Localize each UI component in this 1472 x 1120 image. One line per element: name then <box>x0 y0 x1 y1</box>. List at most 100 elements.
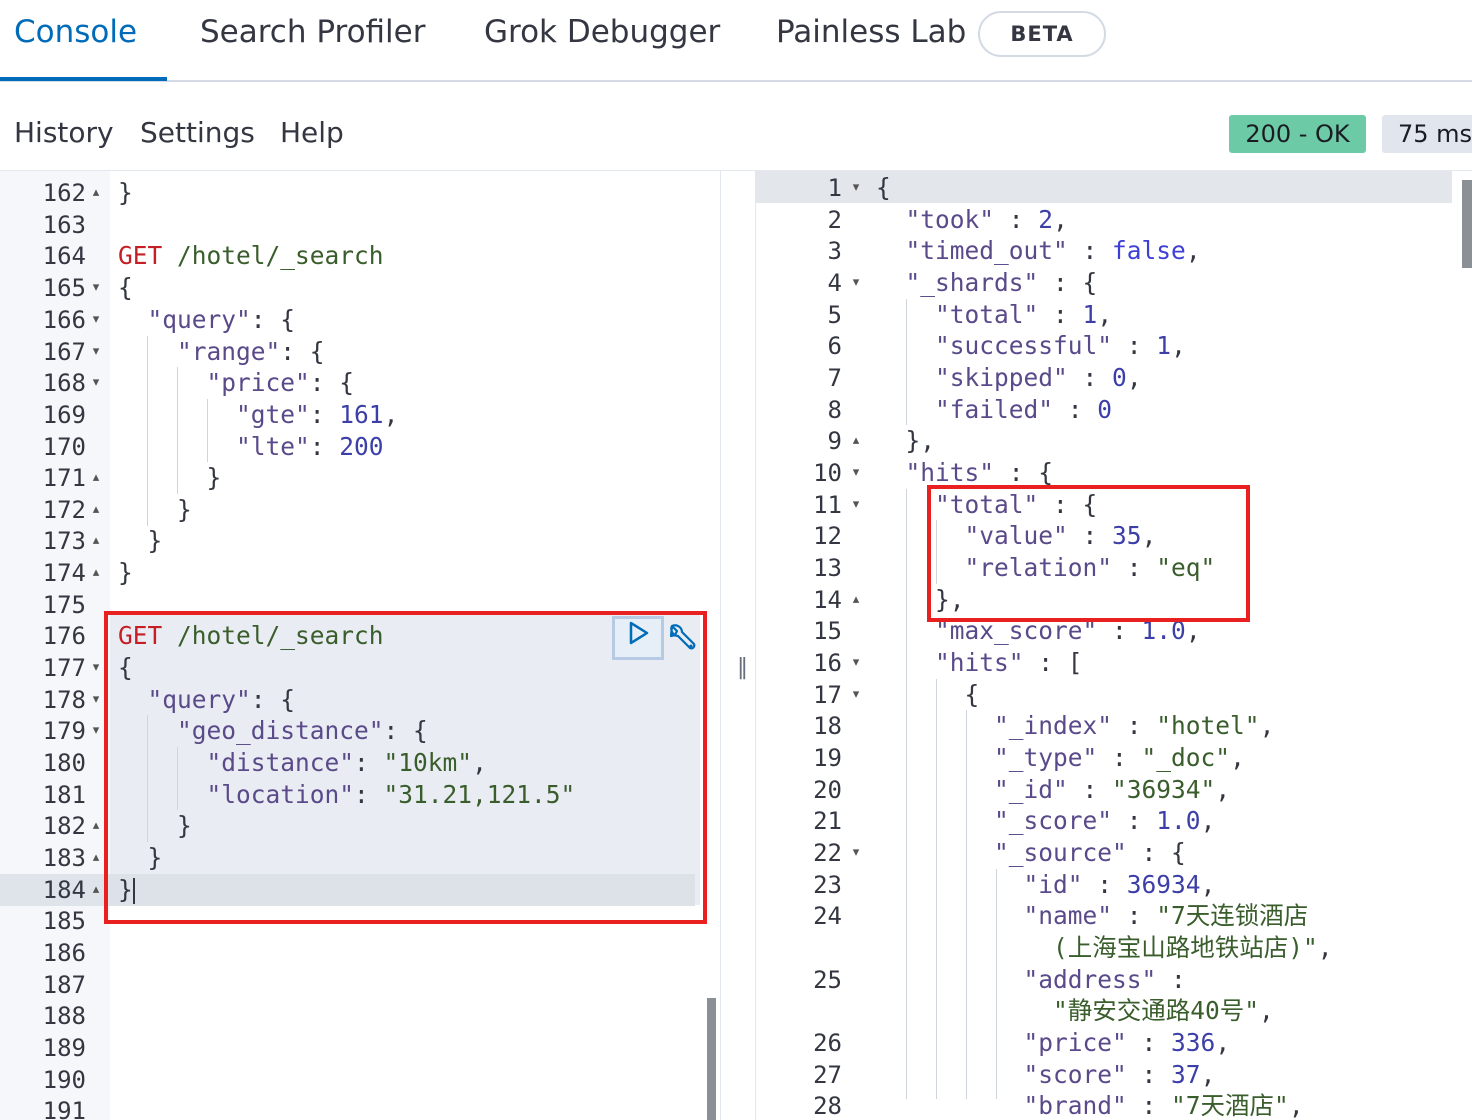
line-number: 26 <box>813 1029 842 1057</box>
fold-down-icon[interactable]: ▾ <box>848 172 864 204</box>
line-number: 19 <box>813 744 842 772</box>
line-number: 14 <box>813 586 842 614</box>
fold-up-icon[interactable]: ▴ <box>848 584 864 616</box>
response-scrollbar[interactable] <box>1462 180 1472 268</box>
line-number: 16 <box>813 649 842 677</box>
line-number: 184 <box>42 876 86 904</box>
line-number: 28 <box>813 1092 842 1120</box>
fold-up-icon[interactable]: ▴ <box>848 425 864 457</box>
fold-down-icon[interactable]: ▾ <box>848 489 864 521</box>
line-number: 178 <box>42 686 86 714</box>
panel-resizer[interactable] <box>720 171 756 1120</box>
line-number: 190 <box>42 1066 86 1094</box>
line-number: 180 <box>42 749 86 777</box>
line-number: 177 <box>42 654 86 682</box>
fold-up-icon[interactable]: ▴ <box>88 525 104 557</box>
line-number: 6 <box>827 332 842 360</box>
fold-up-icon[interactable]: ▴ <box>88 874 104 906</box>
line-number: 171 <box>42 464 86 492</box>
line-number: 3 <box>827 237 842 265</box>
fold-up-icon[interactable]: ▴ <box>88 494 104 526</box>
line-number: 163 <box>42 211 86 239</box>
line-number: 11 <box>813 491 842 519</box>
fold-up-icon[interactable]: ▴ <box>88 462 104 494</box>
fold-down-icon[interactable]: ▾ <box>848 647 864 679</box>
line-number: 173 <box>42 527 86 555</box>
fold-down-icon[interactable]: ▾ <box>88 652 104 684</box>
request-editor-gutter: 162 ▴ 163 164 165 ▾ 166 ▾ 167 ▾ 168 ▾ 169 170… <box>0 171 110 1120</box>
tab-search-profiler[interactable]: Search Profiler <box>200 14 426 50</box>
line-number: 162 <box>42 179 86 207</box>
line-number: 179 <box>42 717 86 745</box>
line-number: 189 <box>42 1034 86 1062</box>
settings-link[interactable]: Settings <box>140 116 255 149</box>
line-number: 2 <box>827 206 842 234</box>
line-number: 188 <box>42 1002 86 1030</box>
line-number: 27 <box>813 1061 842 1089</box>
line-number: 7 <box>827 364 842 392</box>
fold-up-icon[interactable]: ▴ <box>88 177 104 209</box>
line-number: 10 <box>813 459 842 487</box>
line-number: 176 <box>42 622 86 650</box>
line-number: 18 <box>813 712 842 740</box>
request-scrollbar[interactable] <box>707 998 716 1120</box>
tab-grok-debugger[interactable]: Grok Debugger <box>484 14 720 50</box>
fold-down-icon[interactable]: ▾ <box>848 679 864 711</box>
line-number: 22 <box>813 839 842 867</box>
line-number: 17 <box>813 681 842 709</box>
line-number: 9 <box>827 427 842 455</box>
request-path: /hotel/_search <box>177 241 384 270</box>
line-number: 187 <box>42 971 86 999</box>
dev-tools-tabs: Console Search Profiler Grok Debugger Pa… <box>0 0 1472 82</box>
line-number: 166 <box>42 306 86 334</box>
line-number: 15 <box>813 617 842 645</box>
response-viewer[interactable]: { "took" : 2, "timed_out" : false, "_sha… <box>868 171 1472 1120</box>
fold-down-icon[interactable]: ▾ <box>88 367 104 399</box>
response-gutter: 1 ▾ 2 3 4 ▾ 5 6 7 8 9 ▴ 10 ▾ 11 ▾ 12 13 14 ▴ 1… <box>756 171 868 1120</box>
fold-down-icon[interactable]: ▾ <box>848 837 864 869</box>
line-number: 21 <box>813 807 842 835</box>
fold-down-icon[interactable]: ▾ <box>88 684 104 716</box>
http-method: GET <box>118 241 163 270</box>
line-number: 186 <box>42 939 86 967</box>
status-badge: 200 - OK <box>1229 115 1366 153</box>
line-number: 169 <box>42 401 86 429</box>
line-number: 167 <box>42 338 86 366</box>
line-number: 168 <box>42 369 86 397</box>
line-number: 182 <box>42 812 86 840</box>
line-number: 170 <box>42 433 86 461</box>
line-number: 191 <box>42 1097 86 1120</box>
line-number: 183 <box>42 844 86 872</box>
line-number: 12 <box>813 522 842 550</box>
fold-down-icon[interactable]: ▾ <box>88 715 104 747</box>
line-number: 181 <box>42 781 86 809</box>
request-time-badge: 75 ms <box>1382 115 1472 153</box>
fold-up-icon[interactable]: ▴ <box>88 842 104 874</box>
history-link[interactable]: History <box>14 116 114 149</box>
line-number: 13 <box>813 554 842 582</box>
fold-down-icon[interactable]: ▾ <box>88 272 104 304</box>
line-number: 165 <box>42 274 86 302</box>
resize-grip-icon[interactable]: ‖ <box>737 655 748 680</box>
fold-down-icon[interactable]: ▾ <box>848 457 864 489</box>
line-number: 1 <box>827 174 842 202</box>
fold-down-icon[interactable]: ▾ <box>88 304 104 336</box>
line-number: 174 <box>42 559 86 587</box>
line-number: 164 <box>42 242 86 270</box>
fold-down-icon[interactable]: ▾ <box>848 267 864 299</box>
active-tab-indicator <box>0 77 167 81</box>
line-number: 185 <box>42 907 86 935</box>
line-number: 172 <box>42 496 86 524</box>
beta-badge: BETA <box>978 11 1106 57</box>
fold-up-icon[interactable]: ▴ <box>88 557 104 589</box>
tab-console[interactable]: Console <box>14 14 137 50</box>
tab-painless-lab[interactable]: Painless Lab <box>776 14 966 50</box>
help-link[interactable]: Help <box>280 116 344 149</box>
fold-down-icon[interactable]: ▾ <box>88 336 104 368</box>
highlight-box-hits-total <box>927 485 1250 622</box>
line-number: 20 <box>813 776 842 804</box>
fold-up-icon[interactable]: ▴ <box>88 810 104 842</box>
line-number: 4 <box>827 269 842 297</box>
line-number: 24 <box>813 902 842 930</box>
line-number: 25 <box>813 966 842 994</box>
